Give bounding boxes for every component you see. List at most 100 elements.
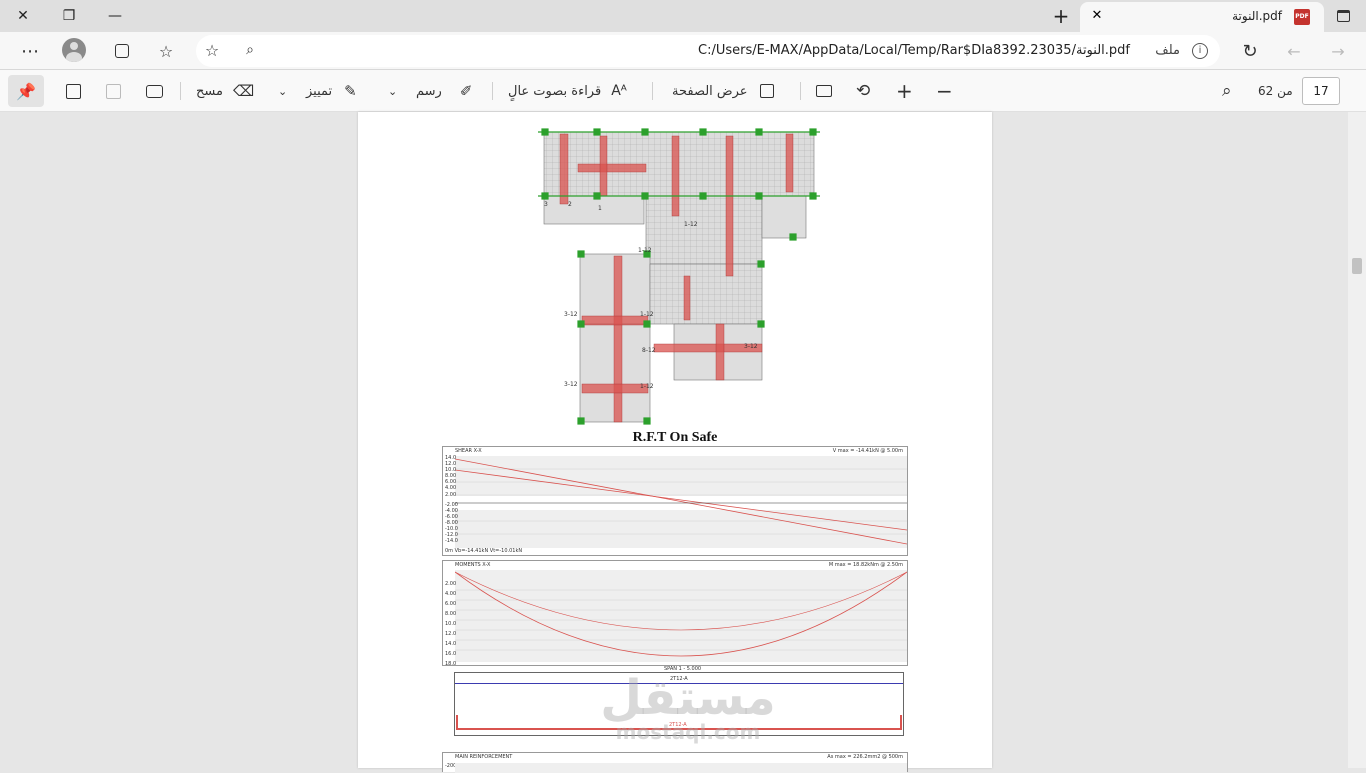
browser-tab[interactable]: ✕ النوتة.pdf PDF bbox=[1080, 2, 1324, 32]
read-aloud-button[interactable]: قراءة بصوت عالٍ Aᴬ bbox=[508, 80, 627, 102]
rotate-icon: ⟲ bbox=[856, 81, 871, 101]
highlighter-icon: ✎ bbox=[344, 82, 357, 100]
save-as-icon bbox=[66, 83, 81, 99]
shear-chart: SHEAR X-X V max = -14.41kN @ 5.00m 14.0 … bbox=[442, 446, 908, 556]
info-icon[interactable]: i bbox=[1192, 43, 1208, 59]
profile-button[interactable] bbox=[62, 38, 86, 62]
reinforcement-chart-title: MAIN REINFORCEMENT bbox=[455, 754, 513, 760]
tab-actions-button[interactable] bbox=[1324, 0, 1362, 32]
toolbar-divider bbox=[492, 82, 493, 100]
shear-chart-title: SHEAR X-X bbox=[455, 448, 482, 454]
new-tab-button[interactable]: + bbox=[1038, 0, 1084, 32]
favorites-button[interactable]: ☆ bbox=[154, 40, 178, 62]
svg-text:2: 2 bbox=[568, 201, 572, 208]
collections-button[interactable] bbox=[110, 40, 134, 62]
moment-chart-title: MOMENTS X-X bbox=[455, 562, 491, 568]
print-button[interactable] bbox=[146, 80, 163, 102]
highlight-options-button[interactable]: ⌄ bbox=[278, 80, 287, 102]
y-tick: 4.00 bbox=[445, 591, 457, 597]
plan-title: R.F.T On Safe bbox=[632, 430, 718, 445]
rotate-button[interactable]: ⟲ bbox=[856, 80, 870, 102]
read-aloud-label: قراءة بصوت عالٍ bbox=[508, 83, 602, 99]
zoom-in-button[interactable]: + bbox=[896, 79, 913, 103]
close-icon: ✕ bbox=[17, 8, 29, 24]
watermark: مستقل mostaql.com bbox=[588, 674, 788, 742]
svg-text:3-12: 3-12 bbox=[744, 343, 758, 350]
moment-y-axis: 2.00 4.00 6.00 8.00 10.0 12.0 14.0 16.0 … bbox=[445, 579, 456, 669]
moment-diagram bbox=[455, 570, 907, 662]
erase-button[interactable]: مسح ⌫ bbox=[196, 80, 254, 102]
svg-text:1-12: 1-12 bbox=[640, 311, 654, 318]
ellipsis-icon: ⋯ bbox=[21, 40, 39, 62]
page-view-label: عرض الصفحة bbox=[672, 83, 748, 99]
print-icon bbox=[146, 84, 163, 98]
chevron-down-icon: ⌄ bbox=[388, 84, 398, 98]
y-tick: 6.00 bbox=[445, 601, 457, 607]
minimize-window-button[interactable]: — bbox=[92, 0, 138, 32]
watermark-url: mostaql.com bbox=[615, 720, 761, 744]
fit-to-width-button[interactable] bbox=[816, 80, 832, 102]
reinforcement-chart: MAIN REINFORCEMENT As max = 226.2mm2 @ 5… bbox=[442, 752, 908, 773]
foundation-plan-drawing: 2 3 1 1-12 3-12 1-12 3-12 1-12 3-12 8-12 1-12 bbox=[538, 128, 820, 425]
svg-text:1-12: 1-12 bbox=[638, 247, 652, 254]
collections-icon bbox=[115, 44, 129, 58]
pin-toolbar-button[interactable]: 📌 bbox=[8, 75, 44, 107]
fit-width-icon bbox=[816, 85, 832, 97]
draw-options-button[interactable]: ⌄ bbox=[388, 80, 397, 102]
vertical-scrollbar[interactable] bbox=[1348, 112, 1366, 768]
save-as-button[interactable] bbox=[66, 80, 81, 102]
address-bar: ⋯ ☆ ☆ ⌕ C:/Users/E-MAX/AppData/Local/Tem… bbox=[0, 32, 1366, 70]
more-options-button[interactable]: ⋯ bbox=[18, 40, 42, 62]
zoom-button[interactable]: ⌕ bbox=[238, 39, 262, 61]
arrow-left-icon: → bbox=[1331, 41, 1345, 61]
avatar bbox=[62, 38, 86, 62]
url-bar[interactable]: ☆ ⌕ C:/Users/E-MAX/AppData/Local/Temp/Ra… bbox=[196, 35, 1220, 67]
refresh-button[interactable]: ↻ bbox=[1238, 40, 1262, 62]
forward-button[interactable]: ← bbox=[1282, 40, 1306, 62]
search-icon: ⌕ bbox=[1222, 81, 1232, 101]
highlight-button[interactable]: تمييز ✎ bbox=[306, 80, 357, 102]
shear-chart-summary: V max = -14.41kN @ 5.00m bbox=[832, 448, 903, 454]
toolbar-divider bbox=[652, 82, 653, 100]
moment-chart-summary: M max = 18.82kNm @ 2.50m bbox=[828, 562, 903, 568]
toolbar-divider bbox=[180, 82, 181, 100]
file-label: ملف bbox=[1155, 43, 1180, 58]
scrollbar-thumb[interactable] bbox=[1352, 258, 1362, 274]
pin-icon: 📌 bbox=[16, 81, 36, 101]
minus-icon: − bbox=[936, 79, 953, 103]
star-add-icon: ☆ bbox=[204, 40, 220, 60]
eraser-icon: ⌫ bbox=[232, 82, 255, 100]
shear-diagram bbox=[455, 456, 907, 548]
close-window-button[interactable]: ✕ bbox=[0, 0, 46, 32]
draw-button[interactable]: رسم ✐ bbox=[416, 80, 472, 102]
y-tick: 14.0 bbox=[445, 641, 457, 647]
close-icon: ✕ bbox=[1091, 8, 1103, 23]
pdf-icon: PDF bbox=[1294, 9, 1310, 25]
y-tick: -4.00 bbox=[445, 507, 458, 514]
title-bar: ✕ ❐ — + ✕ النوتة.pdf PDF bbox=[0, 0, 1366, 32]
zoom-out-button[interactable]: − bbox=[936, 79, 953, 103]
draw-label: رسم bbox=[416, 83, 442, 99]
url-text[interactable]: C:/Users/E-MAX/AppData/Local/Temp/Rar$DI… bbox=[698, 43, 1130, 58]
add-favorite-button[interactable]: ☆ bbox=[200, 39, 224, 61]
y-tick: 2.00 bbox=[445, 581, 457, 587]
page-number-input[interactable]: 17 bbox=[1302, 77, 1340, 105]
y-tick: -2.00 bbox=[445, 501, 458, 508]
arrow-right-icon: ← bbox=[1287, 41, 1301, 61]
pdf-toolbar: 📌 مسح ⌫ ⌄ تمييز ✎ ⌄ رسم ✐ قراءة بصوت عال… bbox=[0, 70, 1366, 112]
watermark-arabic: مستقل bbox=[600, 670, 776, 726]
restore-window-button[interactable]: ❐ bbox=[46, 0, 92, 32]
y-tick: 16.0 bbox=[445, 651, 457, 657]
back-button[interactable]: → bbox=[1326, 40, 1350, 62]
save-button[interactable] bbox=[106, 80, 121, 102]
tab-close-button[interactable]: ✕ bbox=[1088, 7, 1106, 25]
minimize-icon: — bbox=[108, 8, 122, 24]
y-tick: 10.0 bbox=[445, 621, 457, 627]
tab-title: النوتة.pdf bbox=[1232, 9, 1282, 23]
favorites-star-icon: ☆ bbox=[158, 41, 174, 61]
toolbar-divider bbox=[800, 82, 801, 100]
read-aloud-icon: Aᴬ bbox=[611, 83, 627, 99]
page-view-button[interactable]: عرض الصفحة bbox=[672, 80, 774, 102]
search-button[interactable]: ⌕ bbox=[1222, 80, 1232, 102]
restore-icon: ❐ bbox=[62, 8, 76, 24]
